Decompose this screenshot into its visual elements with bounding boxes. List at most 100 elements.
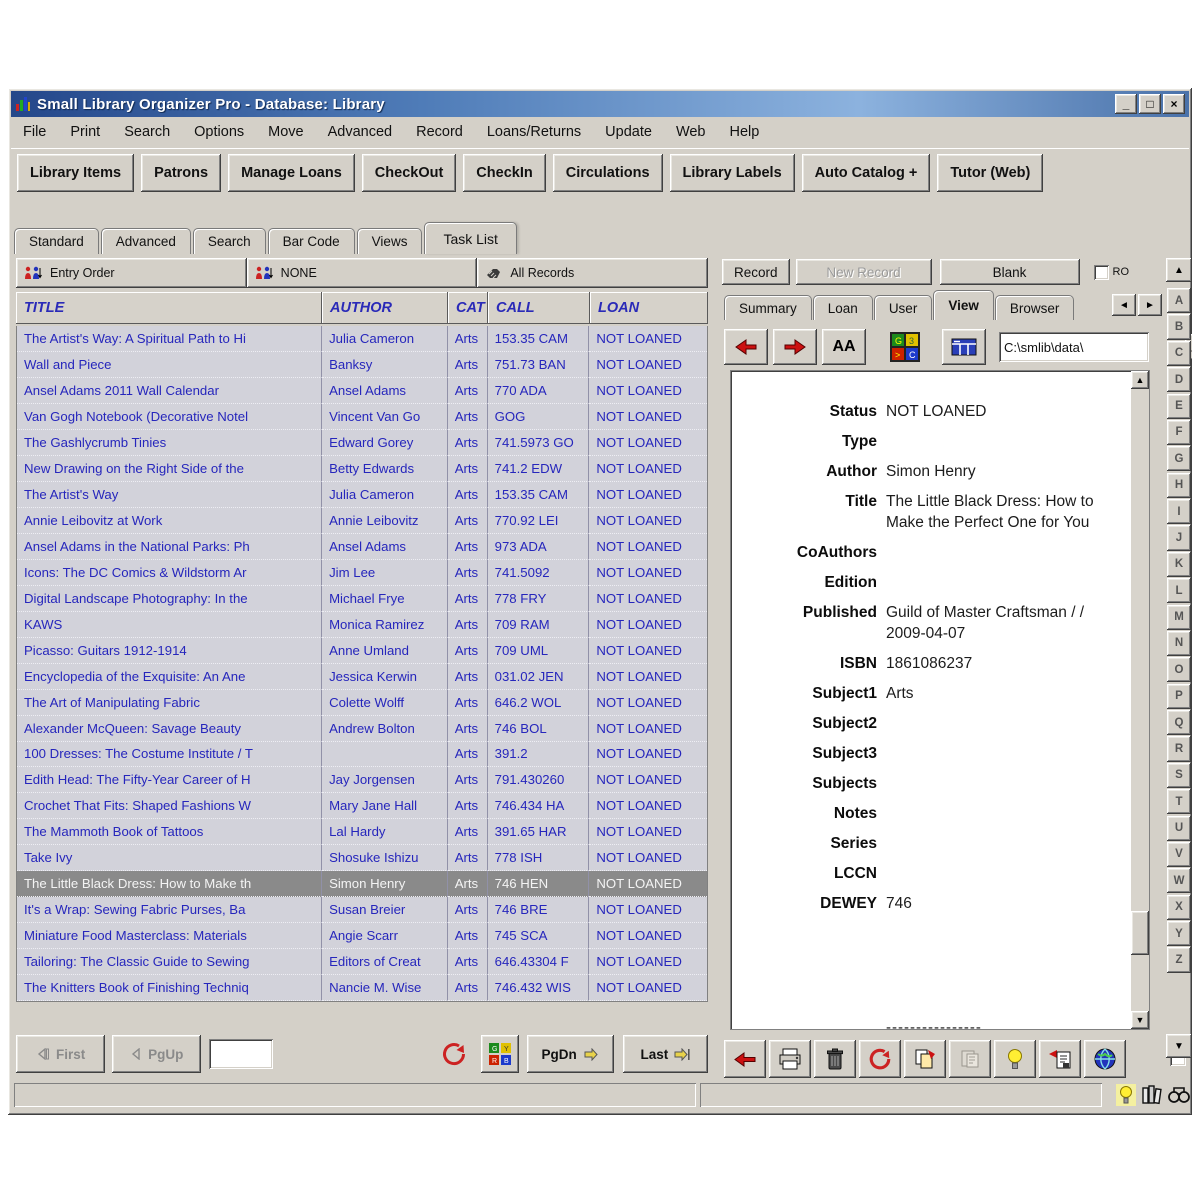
record-tab[interactable]: User — [873, 295, 933, 320]
last-record-button[interactable]: Last — [622, 1035, 708, 1073]
view-tab[interactable]: Views — [356, 228, 423, 254]
view-tab[interactable]: Advanced — [100, 228, 191, 254]
letter-button[interactable]: A — [1167, 288, 1191, 314]
letter-button[interactable]: Y — [1167, 921, 1191, 947]
new-record-button[interactable]: New Record — [795, 259, 932, 285]
sort-order-button[interactable]: Entry Order — [16, 258, 247, 288]
scroll-down-icon[interactable]: ▼ — [1131, 1011, 1149, 1029]
letter-button[interactable]: X — [1167, 894, 1191, 920]
toolbar-button[interactable]: Library Items — [17, 153, 135, 192]
table-row[interactable]: 100 Dresses: The Costume Institute / T A… — [17, 741, 707, 768]
table-row[interactable]: The Artist's Way Julia Cameron Arts 153.… — [17, 481, 707, 508]
table-row[interactable]: New Drawing on the Right Side of the Bet… — [17, 455, 707, 482]
menu-item[interactable]: Advanced — [316, 120, 405, 144]
letter-button[interactable]: W — [1167, 868, 1191, 894]
table-row[interactable]: Van Gogh Notebook (Decorative Notel Vinc… — [17, 403, 707, 430]
toolbar-button[interactable]: Tutor (Web) — [937, 153, 1044, 192]
record-button[interactable]: Record — [722, 259, 790, 285]
print-button[interactable] — [769, 1040, 811, 1078]
letter-button[interactable]: V — [1167, 841, 1191, 868]
binoculars-icon[interactable] — [1168, 1086, 1190, 1104]
table-row[interactable]: Icons: The DC Comics & Wildstorm Ar Jim … — [17, 559, 707, 586]
tab-scroll-left-icon[interactable]: ◄ — [1112, 294, 1136, 316]
column-header-loan[interactable]: LOAN — [590, 292, 708, 324]
record-tab[interactable]: Summary — [724, 295, 812, 320]
column-header-title[interactable]: TITLE — [16, 292, 322, 324]
table-row[interactable]: Digital Landscape Photography: In the Mi… — [17, 585, 707, 612]
toolbar-button[interactable]: Circulations — [552, 153, 663, 192]
back-arrow-button[interactable] — [724, 1040, 766, 1078]
letter-down-icon[interactable]: ▼ — [1166, 1034, 1192, 1058]
letter-button[interactable]: D — [1167, 367, 1191, 393]
paste-record-button[interactable] — [949, 1040, 991, 1078]
table-row[interactable]: It's a Wrap: Sewing Fabric Purses, Ba Su… — [17, 897, 707, 924]
table-row[interactable]: The Artist's Way: A Spiritual Path to Hi… — [17, 326, 707, 352]
sort-secondary-button[interactable]: NONE — [246, 258, 478, 288]
letter-button[interactable]: P — [1167, 683, 1191, 709]
record-tab[interactable]: View — [933, 290, 994, 320]
table-row[interactable]: Ansel Adams in the National Parks: Ph An… — [17, 533, 707, 560]
toolbar-button[interactable]: Manage Loans — [228, 153, 355, 192]
view-tab[interactable]: Standard — [14, 228, 99, 254]
letter-button[interactable]: B — [1167, 314, 1191, 340]
view-tab[interactable]: Search — [192, 228, 266, 254]
menu-item[interactable]: Web — [664, 120, 718, 144]
table-row[interactable]: KAWS Monica Ramirez Arts 709 RAM NOT LOA… — [17, 611, 707, 638]
menu-item[interactable]: Update — [593, 120, 664, 144]
scroll-up-icon[interactable]: ▲ — [1131, 371, 1149, 389]
menu-item[interactable]: Options — [182, 120, 256, 144]
menu-item[interactable]: Print — [58, 120, 112, 144]
letter-button[interactable]: N — [1167, 630, 1191, 657]
font-button[interactable]: AA — [822, 329, 866, 365]
table-row[interactable]: Crochet That Fits: Shaped Fashions W Mar… — [17, 793, 707, 820]
toolbar-button[interactable]: Library Labels — [669, 153, 795, 192]
record-tab[interactable]: Loan — [812, 295, 873, 320]
column-header-call[interactable]: CALL — [488, 292, 590, 324]
letter-button[interactable]: Q — [1167, 710, 1191, 736]
letter-button[interactable]: O — [1167, 657, 1191, 683]
letter-up-icon[interactable]: ▲ — [1166, 258, 1192, 282]
letter-button[interactable]: C — [1167, 340, 1191, 366]
tab-scroll-right-icon[interactable]: ► — [1138, 294, 1162, 316]
letter-button[interactable]: I — [1167, 499, 1191, 525]
table-row[interactable]: The Art of Manipulating Fabric Colette W… — [17, 689, 707, 716]
toolbar-button[interactable]: CheckOut — [361, 153, 457, 192]
table-row[interactable]: Annie Leibovitz at Work Annie Leibovitz … — [17, 507, 707, 534]
table-row[interactable]: Tailoring: The Classic Guide to Sewing E… — [17, 949, 707, 976]
view-tab[interactable]: Bar Code — [267, 228, 355, 254]
filter-records-button[interactable]: All Records — [477, 258, 709, 288]
table-row[interactable]: Ansel Adams 2011 Wall Calendar Ansel Ada… — [17, 377, 707, 404]
menu-item[interactable]: Move — [256, 120, 315, 144]
table-row[interactable]: Edith Head: The Fifty-Year Career of H J… — [17, 767, 707, 794]
letter-button[interactable]: T — [1167, 789, 1191, 815]
import-record-button[interactable] — [1039, 1040, 1081, 1078]
letter-button[interactable]: M — [1167, 604, 1191, 630]
data-path-input[interactable] — [999, 332, 1185, 362]
table-row[interactable]: The Gashlycrumb Tinies Edward Gorey Arts… — [17, 429, 707, 456]
color-panel-button[interactable]: GYRB — [480, 1035, 519, 1073]
letter-button[interactable]: R — [1167, 736, 1191, 762]
refresh-button[interactable] — [435, 1035, 473, 1073]
letter-button[interactable]: F — [1167, 419, 1191, 446]
bulb-icon[interactable] — [1116, 1084, 1136, 1106]
letter-button[interactable]: G — [1167, 446, 1191, 472]
fields-view-button[interactable] — [942, 329, 986, 365]
detail-scrollbar[interactable]: ▲ ▼ — [1131, 371, 1149, 1029]
pgup-button[interactable]: PgUp — [112, 1035, 202, 1073]
colors-button[interactable]: G 3 > C — [883, 329, 927, 365]
first-record-button[interactable]: First — [16, 1035, 106, 1073]
delete-button[interactable] — [814, 1040, 856, 1078]
refresh-record-button[interactable] — [859, 1040, 901, 1078]
toolbar-button[interactable]: CheckIn — [463, 153, 546, 192]
copy-record-button[interactable] — [904, 1040, 946, 1078]
menu-item[interactable]: Record — [404, 120, 475, 144]
title-bar[interactable]: Small Library Organizer Pro - Database: … — [11, 91, 1189, 117]
menu-item[interactable]: File — [11, 120, 58, 144]
scroll-thumb[interactable] — [1131, 911, 1149, 955]
toolbar-button[interactable]: Patrons — [141, 153, 222, 192]
table-row[interactable]: Miniature Food Masterclass: Materials An… — [17, 923, 707, 950]
column-header-author[interactable]: AUTHOR — [322, 292, 448, 324]
menu-item[interactable]: Search — [112, 120, 182, 144]
table-row[interactable]: Encyclopedia of the Exquisite: An Ane Je… — [17, 663, 707, 690]
prev-record-button[interactable] — [724, 329, 768, 365]
